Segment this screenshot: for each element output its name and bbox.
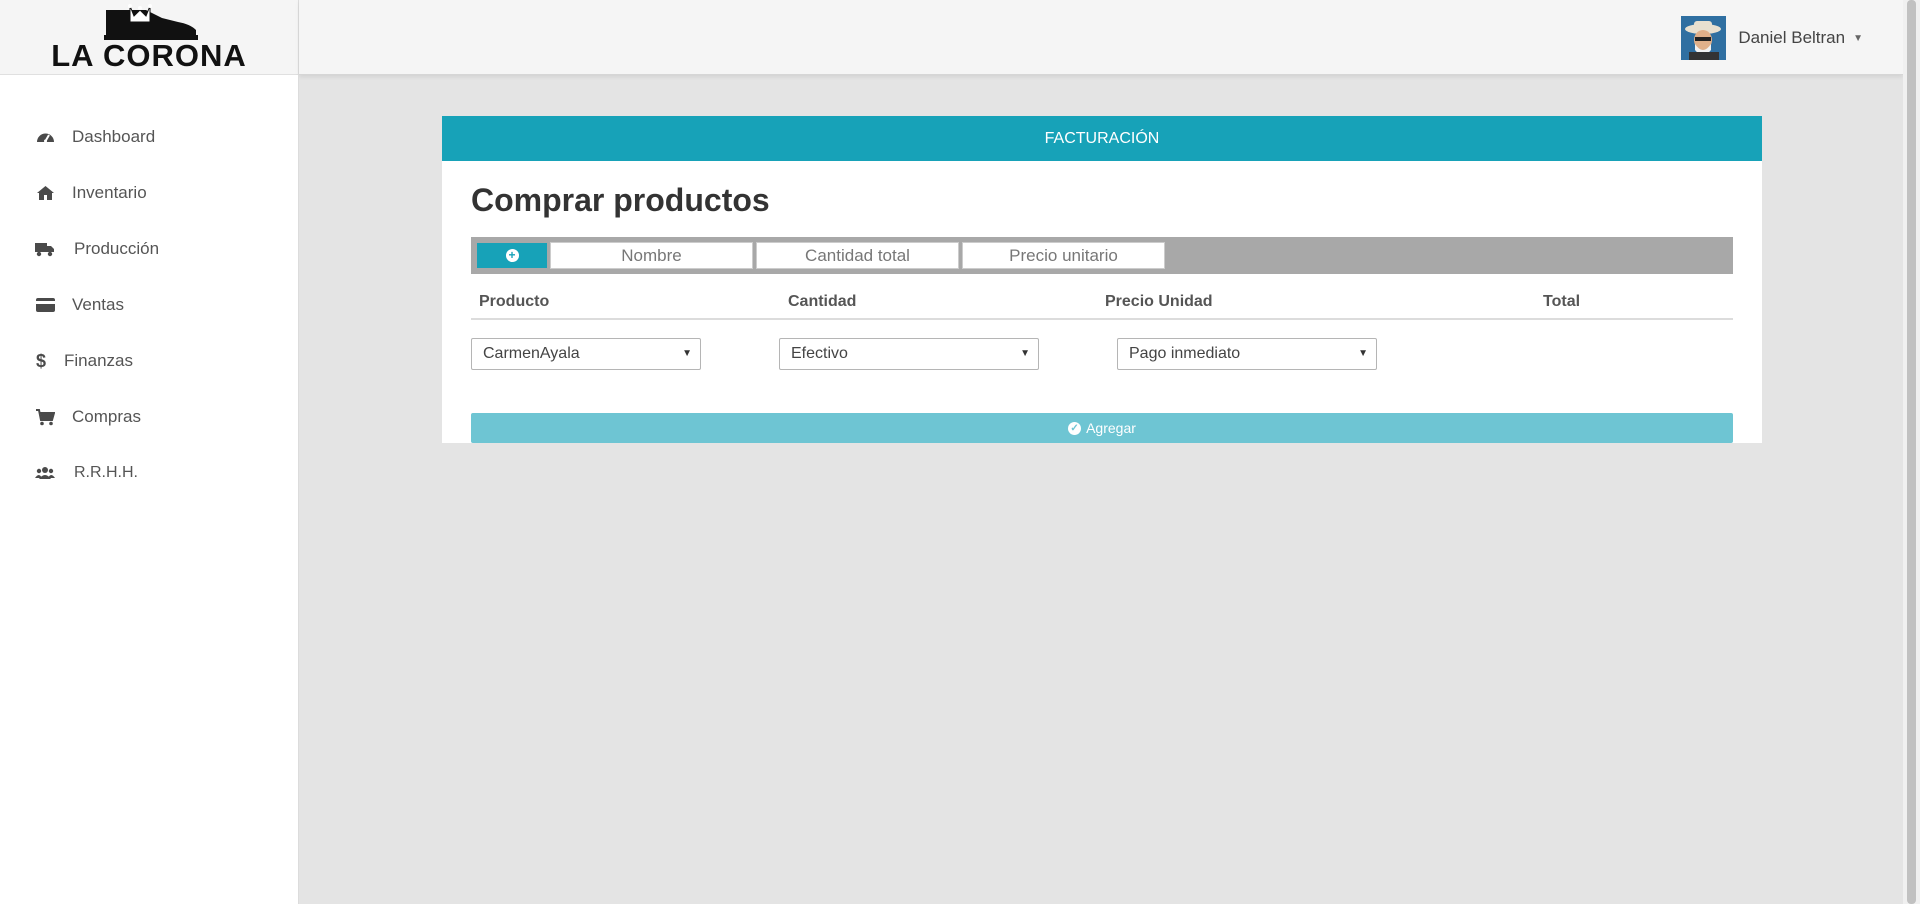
dropdown-caret-icon: ▼ <box>682 348 692 359</box>
dropdown-caret-icon: ▼ <box>1358 348 1368 359</box>
home-icon <box>34 183 56 203</box>
truck-icon <box>34 239 56 259</box>
sidebar-item-dashboard[interactable]: Dashboard <box>0 115 298 159</box>
user-avatar <box>1681 16 1727 60</box>
user-name: Daniel Beltran <box>1738 28 1846 47</box>
supplier-select[interactable]: CarmenAyala ▼ <box>471 338 701 370</box>
sidebar-item-produccion[interactable]: Producción <box>0 227 298 271</box>
add-button[interactable]: ✓ Agregar <box>471 413 1733 443</box>
sidebar: Dashboard Inventario Producción Ventas $… <box>0 75 299 904</box>
top-bar: Daniel Beltran ▼ <box>299 0 1903 75</box>
name-input[interactable] <box>550 242 753 269</box>
table-header: Producto Cantidad Precio Unidad Total <box>471 283 1733 320</box>
supplier-select-value: CarmenAyala <box>483 345 580 362</box>
column-header-total: Total <box>1543 293 1581 310</box>
sidebar-item-rrhh[interactable]: R.R.H.H. <box>0 451 298 495</box>
sidebar-item-label: Producción <box>74 239 160 258</box>
unit-price-input[interactable] <box>962 242 1165 269</box>
brand-logo[interactable]: LA CORONA <box>0 0 299 75</box>
payment-method-select-value: Efectivo <box>791 345 848 362</box>
sidebar-item-finanzas[interactable]: $ Finanzas <box>0 339 298 383</box>
credit-card-icon <box>34 295 56 315</box>
page-title: Comprar productos <box>471 182 770 218</box>
quantity-input[interactable] <box>756 242 959 269</box>
add-product-button[interactable]: + <box>477 243 547 268</box>
tachometer-icon <box>34 127 56 147</box>
panel-header: FACTURACIÓN <box>442 116 1762 161</box>
scrollbar-thumb[interactable] <box>1907 0 1916 904</box>
payment-method-select[interactable]: Efectivo ▼ <box>779 338 1039 370</box>
sidebar-item-label: Finanzas <box>64 351 133 370</box>
sidebar-item-label: Ventas <box>72 295 124 314</box>
check-circle-icon: ✓ <box>1068 421 1082 435</box>
add-button-label: Agregar <box>1086 420 1136 436</box>
payment-term-select-value: Pago inmediato <box>1129 345 1241 362</box>
payment-term-select[interactable]: Pago inmediato ▼ <box>1117 338 1377 370</box>
vertical-scrollbar[interactable] <box>1903 0 1920 904</box>
dollar-icon: $ <box>35 350 46 371</box>
billing-panel: FACTURACIÓN Comprar productos + Producto… <box>442 116 1762 443</box>
sidebar-item-ventas[interactable]: Ventas <box>0 283 298 327</box>
brand-name: LA CORONA <box>51 38 247 73</box>
sidebar-item-label: R.R.H.H. <box>74 464 138 481</box>
sidebar-item-label: Inventario <box>72 183 147 202</box>
shoe-crown-logo-icon <box>104 4 198 40</box>
column-header-precio-unidad: Precio Unidad <box>1105 293 1213 310</box>
dropdown-caret-icon: ▼ <box>1020 348 1030 359</box>
chevron-down-icon: ▼ <box>1853 32 1863 44</box>
users-icon <box>34 463 56 483</box>
user-menu[interactable]: Daniel Beltran ▼ <box>1681 16 1863 60</box>
plus-circle-icon: + <box>505 249 519 262</box>
sidebar-item-label: Compras <box>72 407 141 426</box>
sidebar-item-inventario[interactable]: Inventario <box>0 171 298 215</box>
sidebar-item-compras[interactable]: Compras <box>0 395 298 439</box>
shopping-cart-icon <box>34 407 56 427</box>
column-header-cantidad: Cantidad <box>788 293 857 310</box>
sidebar-item-label: Dashboard <box>72 127 156 146</box>
product-toolbar: + <box>471 237 1733 274</box>
column-header-producto: Producto <box>479 293 550 310</box>
